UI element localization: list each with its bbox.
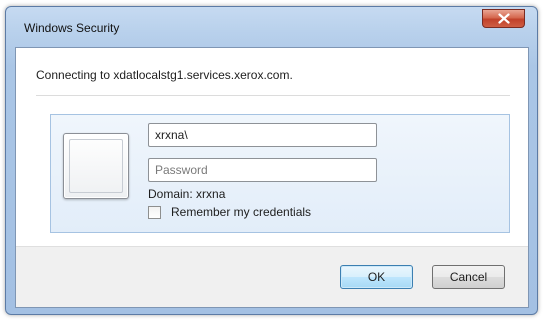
password-input[interactable]: [148, 158, 377, 182]
domain-label: Domain: xrxna: [148, 187, 226, 201]
dialog-client-area: Connecting to xdatlocalstg1.services.xer…: [15, 47, 529, 308]
remember-credentials-label[interactable]: Remember my credentials: [171, 205, 311, 219]
user-tile-icon: [63, 133, 129, 199]
dialog-window: Windows Security Connecting to xdatlocal…: [5, 6, 538, 315]
window-title: Windows Security: [24, 21, 120, 35]
dialog-footer: OK Cancel: [16, 246, 528, 307]
close-icon: [497, 13, 510, 24]
connecting-message: Connecting to xdatlocalstg1.services.xer…: [36, 68, 293, 82]
credential-tile[interactable]: Domain: xrxna Remember my credentials: [50, 114, 510, 233]
ok-button[interactable]: OK: [340, 265, 413, 289]
close-button[interactable]: [482, 9, 525, 28]
divider: [36, 95, 510, 96]
username-input[interactable]: [148, 123, 377, 147]
cancel-button[interactable]: Cancel: [432, 265, 505, 289]
remember-credentials-checkbox[interactable]: [148, 205, 161, 219]
remember-credentials-row[interactable]: Remember my credentials: [148, 205, 311, 219]
